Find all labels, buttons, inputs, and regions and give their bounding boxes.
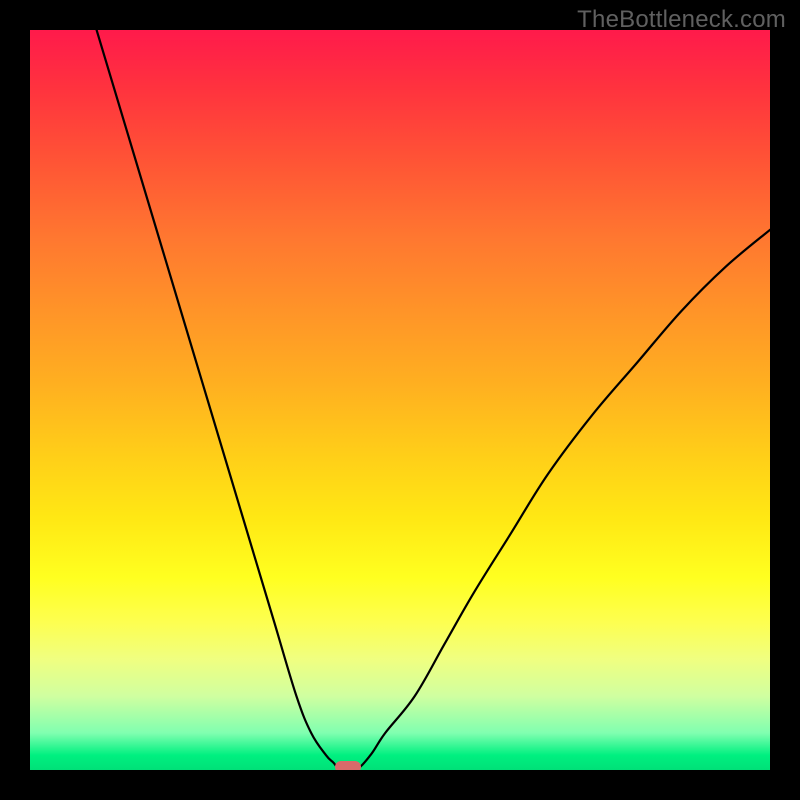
optimal-point-marker <box>335 761 361 770</box>
bottleneck-curve-path <box>97 30 770 770</box>
plot-area <box>30 30 770 770</box>
watermark-text: TheBottleneck.com <box>577 6 786 34</box>
chart-frame: TheBottleneck.com <box>0 0 800 800</box>
curve-layer <box>30 30 770 770</box>
